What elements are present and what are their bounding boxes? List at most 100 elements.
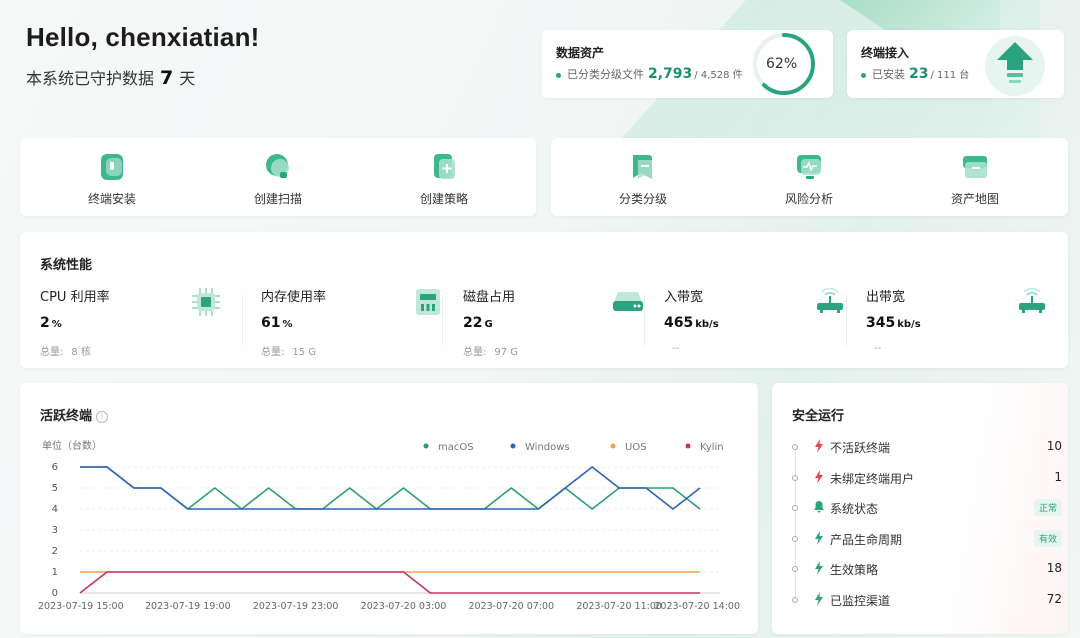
security-operations-title: 安全运行 (792, 409, 845, 424)
quick-action-create-policy[interactable]: 创建策略 (389, 152, 499, 207)
data-assets-summary: 已分类分级文件 2,793/ 4,528 件 (556, 66, 743, 82)
quick-action-label: 分类分级 (618, 192, 667, 206)
shield-icon (101, 154, 123, 180)
system-performance-panel: 系统性能 CPU 利用率 2% 总量: 8 核 内存使用率 61% 总量: 15 G… (20, 232, 1068, 368)
security-item[interactable]: 未绑定终端用户 1 (792, 466, 1062, 497)
legend-marker (510, 443, 516, 449)
security-item[interactable]: 不活跃终端 10 (792, 435, 1062, 466)
x-tick-label: 2023-07-19 15:00 (38, 601, 124, 612)
security-item-value: 1 (1054, 469, 1062, 484)
timeline-bullet (792, 596, 798, 603)
metric-total-label: 总量: (40, 347, 64, 358)
status-dot (861, 72, 866, 78)
security-item[interactable]: 产品生命周期 有效 (792, 527, 1062, 558)
metric-number: 2 (40, 315, 50, 331)
metric-inbound-bandwidth: 入带宽 465 kb/s -- (664, 286, 864, 354)
security-item-label: 未绑定终端用户 (830, 471, 915, 486)
divider (846, 294, 847, 346)
greeting: Hello, chenxiatian! 本系统已守护数据 7 天 (26, 22, 260, 89)
endpoint-access-summary: 已安装 23/ 111 台 (861, 66, 969, 82)
data-assets-card[interactable]: 数据资产 已分类分级文件 2,793/ 4,528 件 62% (542, 30, 833, 98)
metric-total: 总量: 8 核 (40, 343, 240, 358)
quick-action-create-scan[interactable]: 创建扫描 (223, 152, 333, 207)
y-tick-label: 3 (52, 525, 58, 536)
quick-action-endpoint-install[interactable]: 终端安装 (57, 152, 167, 207)
divider (644, 294, 645, 346)
legend-marker (685, 443, 691, 449)
metric-total: -- (664, 343, 864, 354)
metric-total: 总量: 97 G (463, 343, 663, 358)
quick-action-label: 创建策略 (419, 192, 468, 206)
quick-action-risk-analysis[interactable]: 风险分析 (754, 152, 864, 207)
quick-action-label: 终端安装 (87, 192, 136, 206)
security-item-value: 18 (1046, 561, 1062, 575)
bolt-icon (815, 591, 823, 606)
x-tick-label: 2023-07-19 23:00 (253, 601, 339, 612)
endpoint-installed-label: 已安装 (872, 68, 905, 81)
security-item-label: 已监控渠道 (830, 593, 891, 608)
bolt-icon (815, 561, 823, 575)
security-item-label: 不活跃终端 (830, 441, 891, 455)
metric-total-value: 15 G (292, 347, 317, 358)
divider (242, 294, 243, 346)
endpoint-access-card[interactable]: 终端接入 已安装 23/ 111 台 (847, 30, 1064, 98)
timeline-bullet (792, 474, 798, 481)
box-icon (963, 156, 987, 178)
security-list: 不活跃终端 10 未绑定终端用户 1 系统状态 正常产品生命周期 有效生效策略 18 已监控渠道… (792, 435, 1062, 618)
legend-label: UOS (625, 442, 647, 453)
metric-cpu: CPU 利用率 2% 总量: 8 核 (40, 286, 240, 358)
legend-marker (423, 443, 429, 449)
scan-icon (266, 154, 289, 178)
security-item[interactable]: 生效策略 18 (792, 557, 1062, 588)
timeline-bullet (792, 444, 798, 450)
metric-unit: % (282, 319, 293, 330)
metric-value: 465 kb/s (664, 315, 864, 331)
bolt-icon (815, 530, 823, 545)
quick-action-asset-map[interactable]: 资产地图 (920, 152, 1030, 207)
endpoint-total: / 111 台 (930, 70, 970, 81)
security-item-label: 产品生命周期 (830, 532, 903, 547)
quick-action-label: 资产地图 (950, 192, 999, 206)
security-item-value: 10 (1046, 439, 1062, 453)
endpoint-installed-count: 23 (909, 66, 929, 82)
metric-outbound-bandwidth: 出带宽 345 kb/s -- (866, 286, 1066, 354)
quick-actions-left: 终端安装 创建扫描 创建策略 (20, 138, 536, 216)
metric-total-label: 总量: (261, 347, 285, 358)
security-item-label: 系统状态 (830, 502, 879, 516)
security-item[interactable]: 系统状态 正常 (792, 496, 1062, 527)
y-tick-label: 4 (52, 504, 58, 515)
data-assets-title: 数据资产 (556, 46, 605, 60)
quick-action-classification[interactable]: 分类分级 (588, 152, 698, 207)
divider (442, 294, 443, 346)
greeting-title: Hello, chenxiatian! (26, 22, 260, 52)
metric-unit: % (51, 319, 62, 330)
metric-total-value: -- (672, 343, 680, 354)
router-icon (817, 287, 843, 313)
timeline-bullet (792, 566, 798, 572)
status-dot (556, 72, 561, 78)
metric-disk: 磁盘占用 22 G 总量: 97 G (463, 286, 663, 358)
metric-number: 345 (866, 315, 896, 331)
x-tick-label: 2023-07-20 11:00 (576, 601, 662, 612)
security-item-value: 72 (1046, 591, 1062, 606)
security-item[interactable]: 已监控渠道 72 (792, 588, 1062, 619)
router-icon (1019, 287, 1045, 313)
y-tick-label: 6 (52, 462, 58, 473)
legend-label: Windows (525, 442, 570, 453)
metric-unit: kb/s (897, 319, 921, 330)
status-badge: 正常 (1033, 499, 1062, 516)
metric-value: 345 kb/s (866, 315, 1066, 331)
metric-unit: G (484, 319, 493, 330)
quick-actions-right: 分类分级 风险分析 资产地图 (551, 138, 1068, 216)
protection-days: 7 (160, 67, 174, 89)
data-assets-classified: 2,793 (648, 66, 693, 82)
memory-icon (416, 289, 440, 315)
metric-memory: 内存使用率 61% 总量: 15 G (261, 286, 461, 358)
disk-icon (613, 292, 643, 311)
y-tick-label: 5 (52, 483, 58, 494)
y-axis-label: 单位（台数） (42, 439, 102, 452)
y-tick-label: 0 (52, 588, 58, 599)
metric-unit: kb/s (695, 319, 719, 330)
alert-bolt-icon (815, 439, 823, 453)
security-item-label: 生效策略 (830, 563, 879, 577)
